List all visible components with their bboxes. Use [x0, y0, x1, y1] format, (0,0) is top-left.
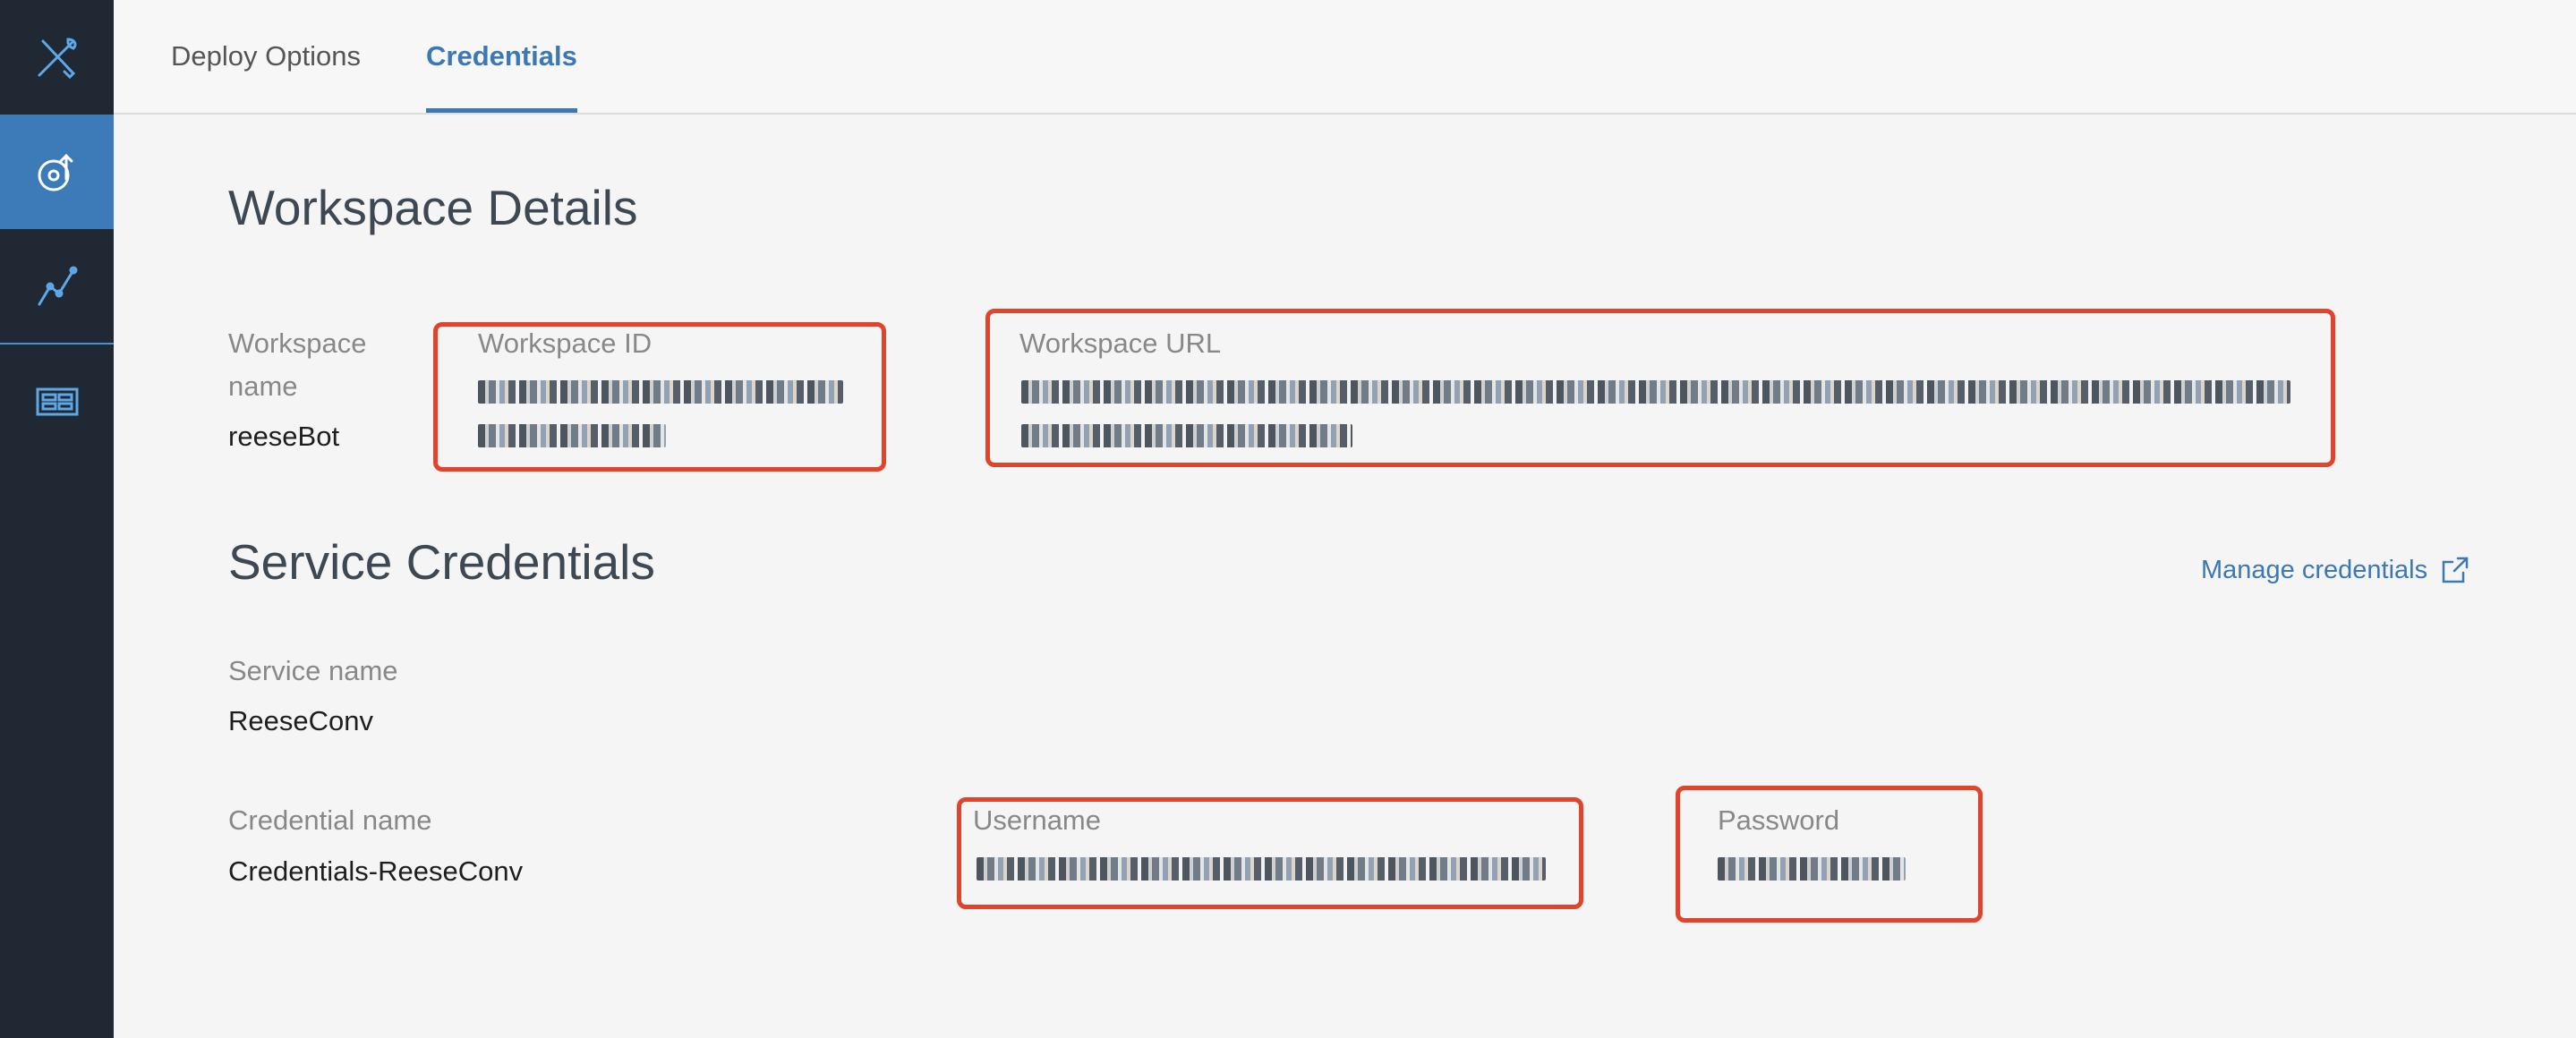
- tab-label: Credentials: [426, 40, 577, 72]
- workspace-icon: [36, 387, 78, 416]
- workspace-details-title: Workspace Details: [228, 180, 638, 235]
- analytics-icon: [38, 266, 77, 306]
- active-tab-indicator: [426, 108, 577, 113]
- credential-name-label: Credential name: [228, 804, 432, 836]
- deploy-icon: [38, 153, 73, 191]
- sidebar-item-analytics[interactable]: [0, 229, 114, 344]
- sidebar-item-tools[interactable]: [0, 0, 114, 115]
- tab-label: Deploy Options: [171, 40, 361, 72]
- workspace-id-label: Workspace ID: [478, 328, 653, 359]
- workspace-url-label: Workspace URL: [1019, 328, 1222, 359]
- workspace-id-redacted-value: [478, 380, 843, 404]
- manage-credentials-link[interactable]: Manage credentials: [2201, 555, 2470, 585]
- manage-credentials-label: Manage credentials: [2201, 555, 2428, 584]
- workspace-name-label-line2: name: [228, 370, 298, 402]
- workspace-url-redacted-value: [1021, 380, 2290, 404]
- workspace-url-redacted-value: [1021, 424, 1352, 447]
- tools-icon: [38, 38, 76, 80]
- tab-credentials[interactable]: Credentials: [426, 0, 577, 113]
- workspace-id-redacted-value: [478, 424, 666, 447]
- sidebar: [0, 0, 114, 1038]
- tab-deploy-options[interactable]: Deploy Options: [171, 0, 361, 113]
- credential-name-value: Credentials-ReeseConv: [228, 855, 524, 887]
- workspace-name-value: reeseBot: [228, 421, 340, 452]
- username-redacted-value: [977, 857, 1546, 881]
- service-credentials-title: Service Credentials: [228, 534, 655, 590]
- external-link-icon: [2442, 557, 2469, 583]
- service-name-value: ReeseConv: [228, 705, 373, 736]
- username-label: Username: [973, 804, 1101, 836]
- tab-bar: Deploy Options Credentials: [114, 0, 2576, 115]
- service-name-label: Service name: [228, 655, 398, 686]
- sidebar-item-deploy[interactable]: [0, 115, 114, 229]
- sidebar-item-workspace[interactable]: [0, 345, 114, 459]
- workspace-name-label-line1: Workspace: [228, 328, 367, 359]
- password-label: Password: [1718, 804, 1840, 836]
- password-redacted-value: [1718, 857, 1906, 881]
